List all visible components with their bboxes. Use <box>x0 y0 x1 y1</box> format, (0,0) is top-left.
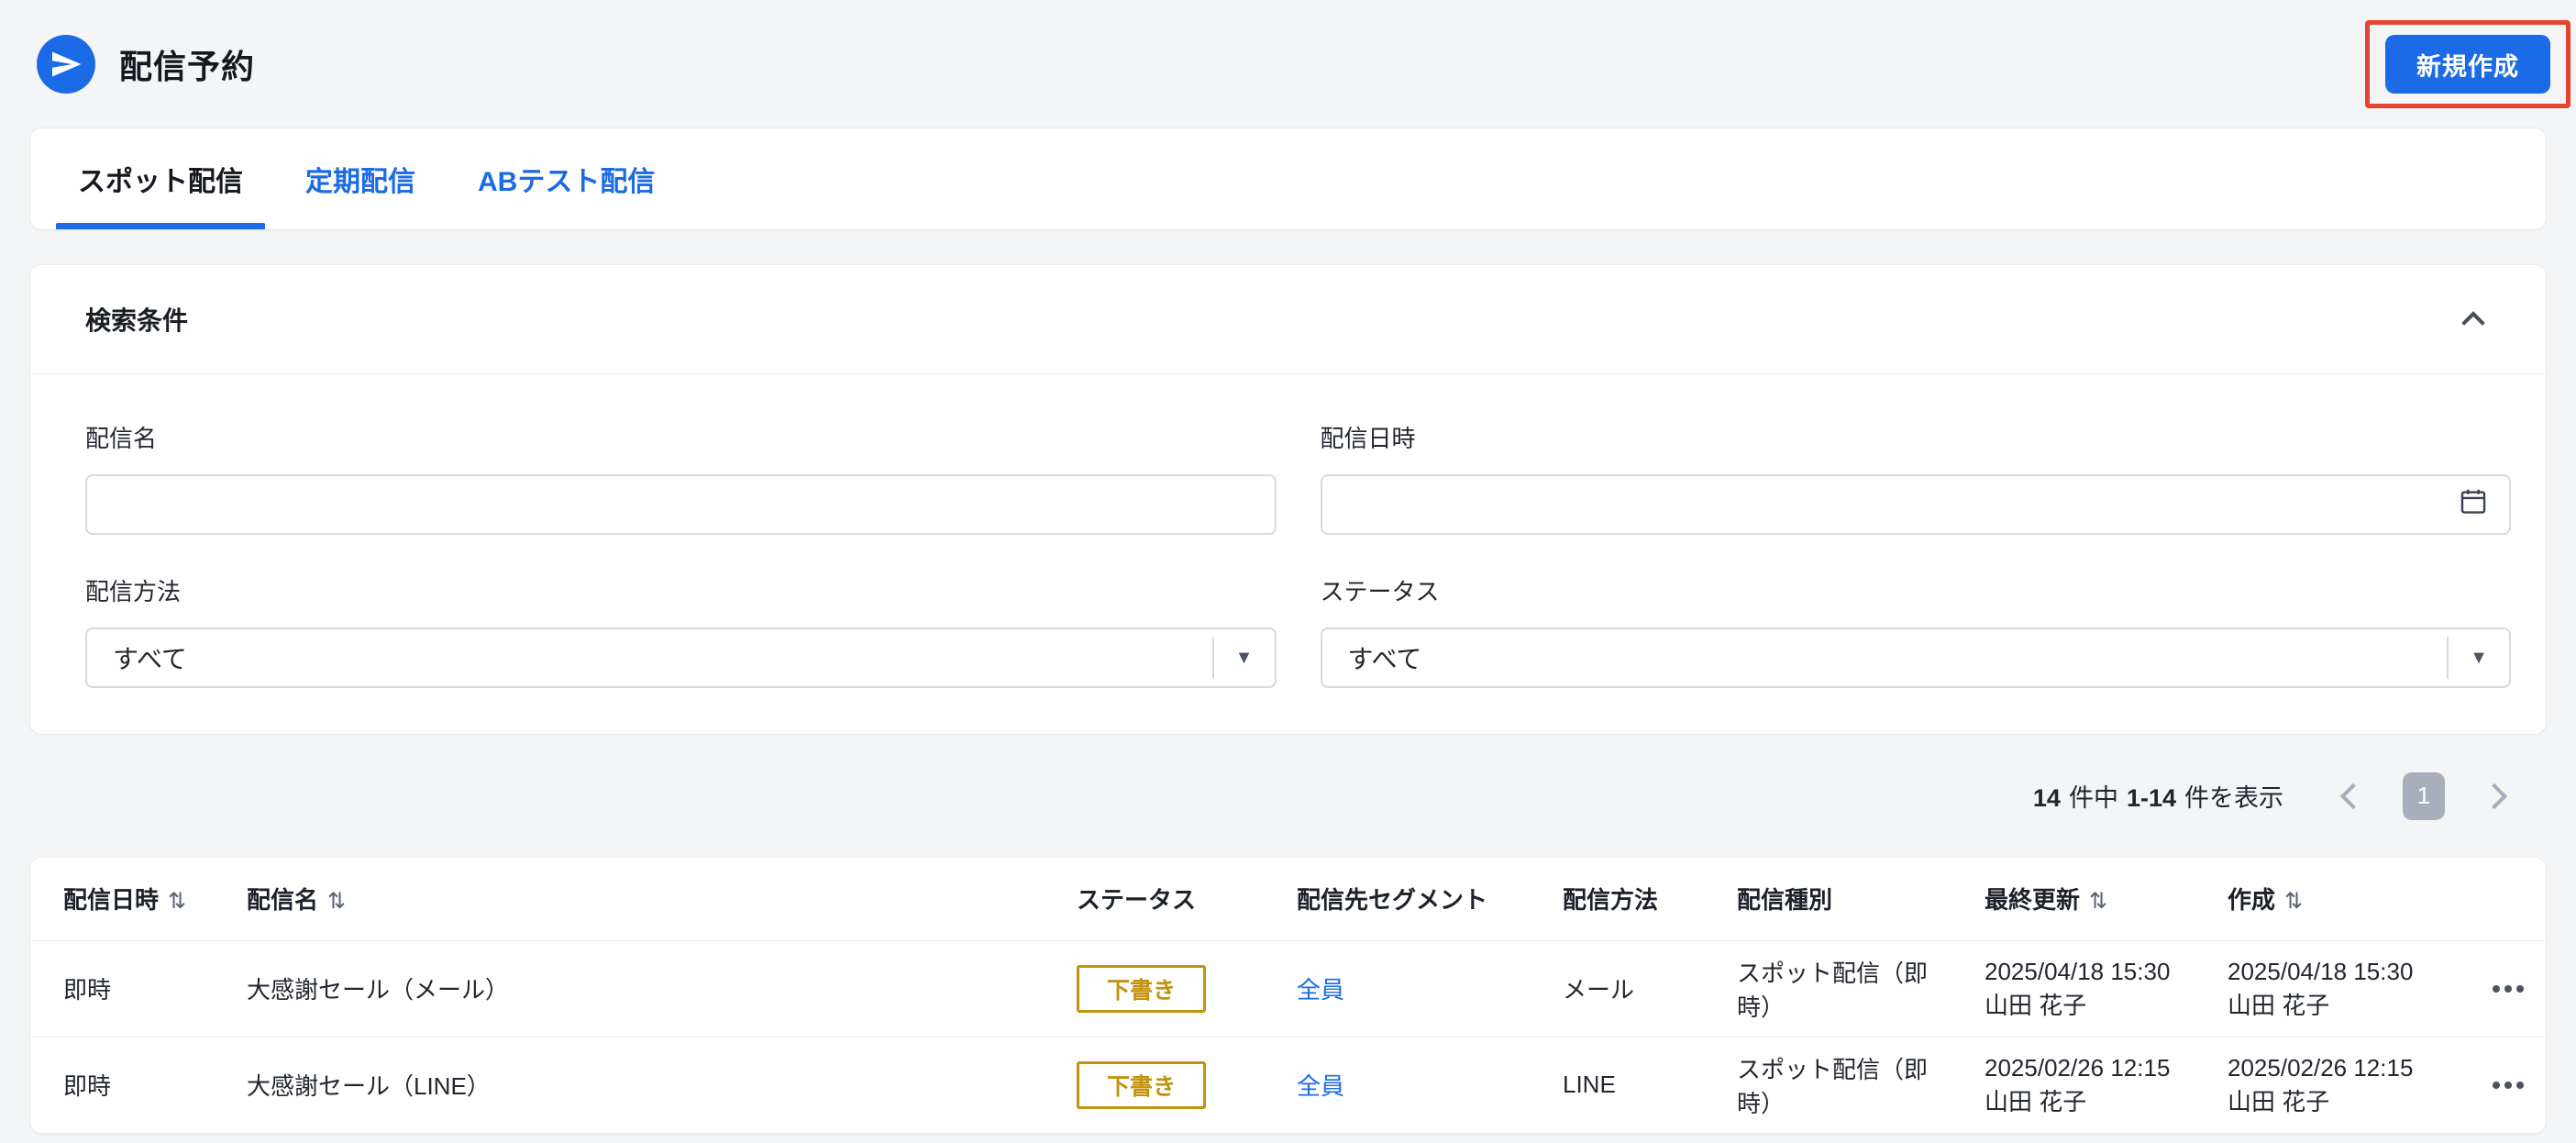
col-header-actions <box>2438 858 2546 940</box>
results-table: 配信日時 ⇅ 配信名 ⇅ ステータス 配信先セグメント 配信方法 配信種別 最終更新… <box>30 858 2546 1133</box>
cell-delivery-datetime: 即時 <box>30 1036 214 1133</box>
tab-ab-test-delivery[interactable]: ABテスト配信 <box>456 128 677 229</box>
status-selected-value: すべて <box>1347 645 1422 673</box>
cell-method: メール <box>1530 939 1704 1037</box>
create-new-button[interactable]: 新規作成 <box>2385 35 2550 94</box>
col-header-updated[interactable]: 最終更新 ⇅ <box>1951 858 2195 940</box>
row-actions-menu-icon[interactable] <box>2471 1081 2537 1089</box>
collapse-chevron-up-icon[interactable] <box>2461 311 2485 335</box>
search-title: 検索条件 <box>85 306 189 335</box>
sort-icon[interactable]: ⇅ <box>2284 889 2303 914</box>
segment-link[interactable]: 全員 <box>1297 1072 1344 1100</box>
delivery-datetime-input[interactable] <box>1321 476 2509 533</box>
field-status: ステータス すべて ▼ <box>1320 573 2511 688</box>
status-badge: 下書き <box>1077 1060 1207 1109</box>
cell-status: 下書き <box>1044 939 1264 1037</box>
col-header-delivery-name[interactable]: 配信名 ⇅ <box>214 858 1044 940</box>
pagination-bar: 14 件中 1-14 件を表示 1 <box>30 734 2546 858</box>
col-header-method: 配信方法 <box>1563 886 1659 915</box>
cell-delivery-datetime: 即時 <box>30 939 214 1037</box>
cell-segment: 全員 <box>1264 939 1530 1037</box>
search-panel-body: 配信名 配信日時 配信方法 すべて ▼ ステータス すべて ▼ <box>30 374 2546 734</box>
delivery-name-label: 配信名 <box>85 425 158 452</box>
tab-bar: スポット配信 定期配信 ABテスト配信 <box>30 128 2546 229</box>
annotation-highlight: 新規作成 <box>2365 20 2570 108</box>
send-icon <box>37 35 95 94</box>
col-header-segment: 配信先セグメント <box>1297 886 1488 915</box>
segment-link[interactable]: 全員 <box>1297 976 1344 1004</box>
cell-updated: 2025/02/26 12:15 山田 花子 <box>1951 1036 2195 1133</box>
table-header-row: 配信日時 ⇅ 配信名 ⇅ ステータス 配信先セグメント 配信方法 配信種別 最終更新… <box>30 858 2546 940</box>
cell-updated: 2025/04/18 15:30 山田 花子 <box>1951 939 2195 1037</box>
delivery-method-select[interactable]: すべて ▼ <box>85 627 1277 688</box>
cell-delivery-name: 大感謝セール（LINE） <box>214 1036 1044 1133</box>
next-page-chevron-icon[interactable] <box>2481 782 2508 809</box>
cell-segment: 全員 <box>1264 1036 1530 1133</box>
page-title: 配信予約 <box>119 48 256 85</box>
page-header: 配信予約 新規作成 <box>0 0 2576 128</box>
cell-type: スポット配信（即時） <box>1704 1036 1951 1133</box>
search-panel-header: 検索条件 <box>30 265 2546 374</box>
results-summary: 14 件中 1-14 件を表示 <box>2032 784 2283 812</box>
status-label: ステータス <box>1320 578 1440 605</box>
dropdown-caret-icon[interactable]: ▼ <box>2449 629 2509 686</box>
search-panel: 検索条件 配信名 配信日時 配信方法 すべて ▼ ステータス すべて ▼ <box>30 265 2546 734</box>
cell-created: 2025/02/26 12:15 山田 花子 <box>2195 1036 2438 1133</box>
field-delivery-method: 配信方法 すべて ▼ <box>85 573 1277 688</box>
prev-page-chevron-icon[interactable] <box>2339 782 2367 809</box>
delivery-method-label: 配信方法 <box>85 578 182 605</box>
field-delivery-name: 配信名 <box>85 420 1277 535</box>
delivery-name-input-wrap <box>85 474 1277 535</box>
sort-icon[interactable]: ⇅ <box>2089 889 2107 914</box>
row-actions-menu-icon[interactable] <box>2471 984 2537 993</box>
cell-type: スポット配信（即時） <box>1704 939 1951 1037</box>
field-delivery-datetime: 配信日時 <box>1320 420 2511 535</box>
sort-icon[interactable]: ⇅ <box>327 889 346 914</box>
cell-delivery-name: 大感謝セール（メール） <box>214 939 1044 1037</box>
col-header-delivery-datetime[interactable]: 配信日時 ⇅ <box>30 858 214 940</box>
results-table-card: 配信日時 ⇅ 配信名 ⇅ ステータス 配信先セグメント 配信方法 配信種別 最終更新… <box>30 858 2546 1133</box>
status-select[interactable]: すべて ▼ <box>1320 627 2511 688</box>
delivery-datetime-label: 配信日時 <box>1320 425 1416 452</box>
status-badge: 下書き <box>1077 964 1207 1013</box>
delivery-datetime-input-wrap <box>1320 474 2511 535</box>
table-row: 即時 大感謝セール（メール） 下書き 全員 メール スポット配信（即時） 202… <box>30 939 2546 1037</box>
col-header-type: 配信種別 <box>1737 886 1833 915</box>
delivery-reservation-page: 配信予約 新規作成 スポット配信 定期配信 ABテスト配信 検索条件 配信名 配… <box>0 0 2576 1143</box>
delivery-name-input[interactable] <box>87 476 1275 533</box>
tab-spot-delivery[interactable]: スポット配信 <box>56 128 265 229</box>
page-number-button[interactable]: 1 <box>2403 771 2445 820</box>
cell-status: 下書き <box>1044 1036 1264 1133</box>
delivery-method-selected-value: すべて <box>113 645 187 673</box>
tab-recurring-delivery[interactable]: 定期配信 <box>283 128 437 229</box>
calendar-icon[interactable] <box>2458 486 2489 524</box>
table-row: 即時 大感謝セール（LINE） 下書き 全員 LINE スポット配信（即時） 2… <box>30 1036 2546 1133</box>
cell-created: 2025/04/18 15:30 山田 花子 <box>2195 939 2438 1037</box>
col-header-status: ステータス <box>1077 886 1197 915</box>
dropdown-caret-icon[interactable]: ▼ <box>1214 629 1275 686</box>
sort-icon[interactable]: ⇅ <box>168 889 186 914</box>
cell-method: LINE <box>1530 1036 1704 1133</box>
col-header-created[interactable]: 作成 ⇅ <box>2195 858 2438 940</box>
